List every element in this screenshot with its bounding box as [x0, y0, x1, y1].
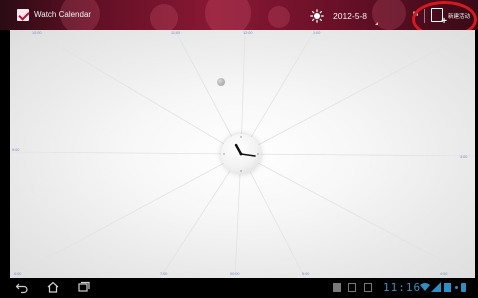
hour-label: 12:00	[243, 31, 253, 35]
hour-label: 1:00	[313, 31, 321, 35]
sun-icon[interactable]	[310, 9, 324, 23]
notification-icon[interactable]	[333, 283, 341, 292]
signal-icon	[431, 282, 441, 292]
status-time: 11:16	[383, 281, 422, 294]
hour-label: 4:00	[440, 272, 448, 276]
hour-label: 11:00	[171, 31, 181, 35]
hour-label: 5:00	[302, 272, 310, 276]
back-icon[interactable]	[15, 280, 29, 294]
hour-label: 00:00	[230, 272, 240, 276]
hour-label: 3:00	[460, 155, 468, 159]
hour-label: 10:00	[32, 31, 42, 35]
hour-label: 9:00	[12, 148, 20, 152]
dot-icon	[455, 286, 458, 289]
event-dot[interactable]	[217, 78, 225, 86]
wifi-icon	[420, 283, 430, 291]
hour-label: 6:00	[14, 272, 22, 276]
sd-card-icon	[444, 283, 451, 292]
clock-hands-icon	[223, 136, 259, 172]
action-bar: Watch Calendar 2012-5-8 M 新建活动	[0, 0, 478, 30]
notification-icon[interactable]	[364, 283, 372, 292]
date-selector[interactable]: 2012-5-8	[333, 10, 367, 22]
navigation-bar: 11:16	[0, 278, 478, 298]
dropdown-indicator-icon	[372, 22, 378, 25]
home-icon[interactable]	[46, 280, 60, 294]
hour-label: 7:00	[160, 272, 168, 276]
analog-clock[interactable]	[221, 134, 261, 174]
battery-icon	[461, 283, 466, 292]
app-window: Watch Calendar 2012-5-8 M 新建活动	[0, 0, 478, 298]
recent-apps-icon[interactable]	[77, 280, 91, 294]
notification-icon[interactable]	[348, 283, 356, 292]
calendar-watch-face[interactable]: 10:00 11:00 12:00 1:00 9:00 3:00 6:00 7:…	[10, 30, 475, 278]
app-title: Watch Calendar	[34, 10, 92, 19]
calendar-check-icon[interactable]	[17, 9, 29, 21]
